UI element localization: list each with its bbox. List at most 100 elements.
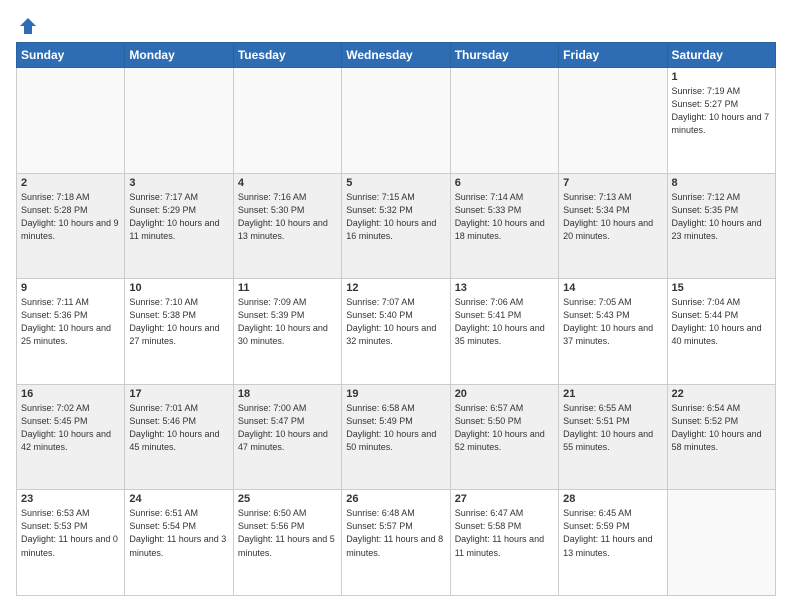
day-number: 16 xyxy=(21,388,120,400)
day-number: 6 xyxy=(455,177,554,189)
week-row-4: 23 Sunrise: 6:53 AM Sunset: 5:53 PM Dayli… xyxy=(17,490,776,596)
calendar-cell: 17 Sunrise: 7:01 AM Sunset: 5:46 PM Dayli… xyxy=(125,384,233,490)
day-info: Sunrise: 7:10 AM Sunset: 5:38 PM Dayligh… xyxy=(129,296,228,348)
col-saturday: Saturday xyxy=(667,43,775,68)
day-number: 17 xyxy=(129,388,228,400)
calendar-cell: 28 Sunrise: 6:45 AM Sunset: 5:59 PM Dayli… xyxy=(559,490,667,596)
header-row: Sunday Monday Tuesday Wednesday Thursday… xyxy=(17,43,776,68)
day-info: Sunrise: 7:06 AM Sunset: 5:41 PM Dayligh… xyxy=(455,296,554,348)
calendar-cell xyxy=(233,68,341,174)
day-info: Sunrise: 7:04 AM Sunset: 5:44 PM Dayligh… xyxy=(672,296,771,348)
day-info: Sunrise: 7:00 AM Sunset: 5:47 PM Dayligh… xyxy=(238,402,337,454)
day-number: 13 xyxy=(455,282,554,294)
calendar-cell: 20 Sunrise: 6:57 AM Sunset: 5:50 PM Dayli… xyxy=(450,384,558,490)
calendar-cell: 14 Sunrise: 7:05 AM Sunset: 5:43 PM Dayli… xyxy=(559,279,667,385)
day-number: 22 xyxy=(672,388,771,400)
day-number: 18 xyxy=(238,388,337,400)
calendar-cell xyxy=(667,490,775,596)
week-row-3: 16 Sunrise: 7:02 AM Sunset: 5:45 PM Dayli… xyxy=(17,384,776,490)
calendar-table: Sunday Monday Tuesday Wednesday Thursday… xyxy=(16,42,776,596)
week-row-0: 1Sunrise: 7:19 AM Sunset: 5:27 PM Daylig… xyxy=(17,68,776,174)
day-info: Sunrise: 6:54 AM Sunset: 5:52 PM Dayligh… xyxy=(672,402,771,454)
page: Sunday Monday Tuesday Wednesday Thursday… xyxy=(0,0,792,612)
day-info: Sunrise: 6:57 AM Sunset: 5:50 PM Dayligh… xyxy=(455,402,554,454)
calendar-cell: 23 Sunrise: 6:53 AM Sunset: 5:53 PM Dayli… xyxy=(17,490,125,596)
calendar-cell xyxy=(342,68,450,174)
day-info: Sunrise: 7:02 AM Sunset: 5:45 PM Dayligh… xyxy=(21,402,120,454)
day-info: Sunrise: 7:05 AM Sunset: 5:43 PM Dayligh… xyxy=(563,296,662,348)
day-number: 2 xyxy=(21,177,120,189)
day-number: 8 xyxy=(672,177,771,189)
col-wednesday: Wednesday xyxy=(342,43,450,68)
day-info: Sunrise: 6:48 AM Sunset: 5:57 PM Dayligh… xyxy=(346,507,445,559)
day-info: Sunrise: 7:14 AM Sunset: 5:33 PM Dayligh… xyxy=(455,191,554,243)
day-number: 5 xyxy=(346,177,445,189)
day-number: 1 xyxy=(672,71,771,83)
day-number: 4 xyxy=(238,177,337,189)
day-number: 3 xyxy=(129,177,228,189)
day-number: 23 xyxy=(21,493,120,505)
calendar-cell: 18 Sunrise: 7:00 AM Sunset: 5:47 PM Dayli… xyxy=(233,384,341,490)
calendar-cell: 24 Sunrise: 6:51 AM Sunset: 5:54 PM Dayli… xyxy=(125,490,233,596)
logo xyxy=(16,16,38,32)
day-number: 28 xyxy=(563,493,662,505)
day-number: 26 xyxy=(346,493,445,505)
day-number: 27 xyxy=(455,493,554,505)
day-info: Sunrise: 7:17 AM Sunset: 5:29 PM Dayligh… xyxy=(129,191,228,243)
calendar-cell: 7 Sunrise: 7:13 AM Sunset: 5:34 PM Daylig… xyxy=(559,173,667,279)
calendar-cell: 2 Sunrise: 7:18 AM Sunset: 5:28 PM Daylig… xyxy=(17,173,125,279)
calendar-cell: 16 Sunrise: 7:02 AM Sunset: 5:45 PM Dayli… xyxy=(17,384,125,490)
calendar-cell: 11 Sunrise: 7:09 AM Sunset: 5:39 PM Dayli… xyxy=(233,279,341,385)
day-info: Sunrise: 7:15 AM Sunset: 5:32 PM Dayligh… xyxy=(346,191,445,243)
day-info: Sunrise: 7:16 AM Sunset: 5:30 PM Dayligh… xyxy=(238,191,337,243)
col-friday: Friday xyxy=(559,43,667,68)
calendar-cell: 19 Sunrise: 6:58 AM Sunset: 5:49 PM Dayli… xyxy=(342,384,450,490)
col-thursday: Thursday xyxy=(450,43,558,68)
day-number: 15 xyxy=(672,282,771,294)
calendar-cell: 12Sunrise: 7:07 AM Sunset: 5:40 PM Dayli… xyxy=(342,279,450,385)
header xyxy=(16,16,776,32)
day-info: Sunrise: 6:45 AM Sunset: 5:59 PM Dayligh… xyxy=(563,507,662,559)
day-number: 19 xyxy=(346,388,445,400)
calendar-cell: 27 Sunrise: 6:47 AM Sunset: 5:58 PM Dayli… xyxy=(450,490,558,596)
day-info: Sunrise: 6:58 AM Sunset: 5:49 PM Dayligh… xyxy=(346,402,445,454)
day-number: 14 xyxy=(563,282,662,294)
calendar-cell: 5 Sunrise: 7:15 AM Sunset: 5:32 PM Daylig… xyxy=(342,173,450,279)
calendar-cell: 4 Sunrise: 7:16 AM Sunset: 5:30 PM Daylig… xyxy=(233,173,341,279)
day-info: Sunrise: 6:47 AM Sunset: 5:58 PM Dayligh… xyxy=(455,507,554,559)
day-info: Sunrise: 7:18 AM Sunset: 5:28 PM Dayligh… xyxy=(21,191,120,243)
day-info: Sunrise: 6:51 AM Sunset: 5:54 PM Dayligh… xyxy=(129,507,228,559)
day-info: Sunrise: 6:50 AM Sunset: 5:56 PM Dayligh… xyxy=(238,507,337,559)
day-info: Sunrise: 7:13 AM Sunset: 5:34 PM Dayligh… xyxy=(563,191,662,243)
day-info: Sunrise: 6:55 AM Sunset: 5:51 PM Dayligh… xyxy=(563,402,662,454)
col-sunday: Sunday xyxy=(17,43,125,68)
day-number: 21 xyxy=(563,388,662,400)
day-number: 7 xyxy=(563,177,662,189)
calendar-cell: 10 Sunrise: 7:10 AM Sunset: 5:38 PM Dayli… xyxy=(125,279,233,385)
week-row-2: 9Sunrise: 7:11 AM Sunset: 5:36 PM Daylig… xyxy=(17,279,776,385)
calendar-cell: 9Sunrise: 7:11 AM Sunset: 5:36 PM Daylig… xyxy=(17,279,125,385)
day-number: 24 xyxy=(129,493,228,505)
calendar-cell xyxy=(450,68,558,174)
day-number: 10 xyxy=(129,282,228,294)
calendar-cell: 6 Sunrise: 7:14 AM Sunset: 5:33 PM Daylig… xyxy=(450,173,558,279)
day-info: Sunrise: 7:01 AM Sunset: 5:46 PM Dayligh… xyxy=(129,402,228,454)
day-number: 12 xyxy=(346,282,445,294)
week-row-1: 2 Sunrise: 7:18 AM Sunset: 5:28 PM Daylig… xyxy=(17,173,776,279)
calendar-cell: 15 Sunrise: 7:04 AM Sunset: 5:44 PM Dayli… xyxy=(667,279,775,385)
calendar-cell: 26 Sunrise: 6:48 AM Sunset: 5:57 PM Dayli… xyxy=(342,490,450,596)
col-monday: Monday xyxy=(125,43,233,68)
day-info: Sunrise: 7:11 AM Sunset: 5:36 PM Dayligh… xyxy=(21,296,120,348)
calendar-cell: 8 Sunrise: 7:12 AM Sunset: 5:35 PM Daylig… xyxy=(667,173,775,279)
logo-text xyxy=(16,16,38,36)
logo-icon xyxy=(18,16,38,36)
calendar-cell: 21 Sunrise: 6:55 AM Sunset: 5:51 PM Dayli… xyxy=(559,384,667,490)
day-info: Sunrise: 6:53 AM Sunset: 5:53 PM Dayligh… xyxy=(21,507,120,559)
calendar-cell: 1Sunrise: 7:19 AM Sunset: 5:27 PM Daylig… xyxy=(667,68,775,174)
day-info: Sunrise: 7:09 AM Sunset: 5:39 PM Dayligh… xyxy=(238,296,337,348)
day-number: 20 xyxy=(455,388,554,400)
day-number: 11 xyxy=(238,282,337,294)
calendar-cell: 13 Sunrise: 7:06 AM Sunset: 5:41 PM Dayli… xyxy=(450,279,558,385)
calendar-cell: 3 Sunrise: 7:17 AM Sunset: 5:29 PM Daylig… xyxy=(125,173,233,279)
day-info: Sunrise: 7:12 AM Sunset: 5:35 PM Dayligh… xyxy=(672,191,771,243)
